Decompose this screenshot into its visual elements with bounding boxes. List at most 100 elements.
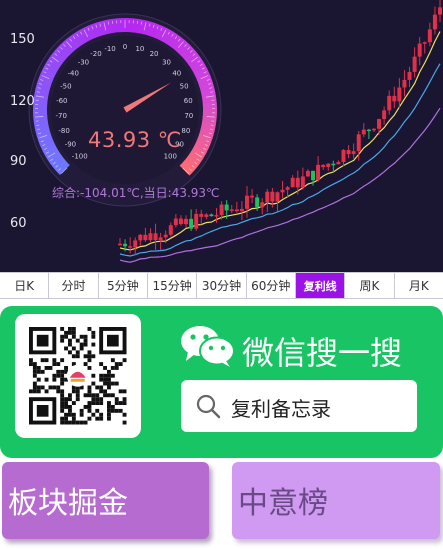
qr-module [60, 397, 65, 402]
qr-module [122, 401, 127, 405]
qr-module [99, 385, 104, 390]
rank-list-label: 中意榜 [238, 486, 328, 521]
qr-module [114, 397, 119, 402]
qr-module [60, 377, 65, 382]
gauge-tick [210, 124, 214, 126]
qr-module [52, 358, 57, 363]
candle-body [189, 218, 194, 229]
qr-module [110, 358, 115, 363]
gauge-tick [140, 21, 143, 25]
qr-module [40, 385, 45, 390]
tab-period[interactable]: 月K [395, 273, 443, 298]
tab-period[interactable]: 周K [345, 273, 395, 298]
qr-module [91, 334, 96, 339]
qr-module [110, 405, 115, 409]
qr-module [71, 389, 76, 394]
sector-mining-button[interactable]: 板块掘金 [2, 462, 209, 539]
qr-module [122, 420, 127, 425]
gauge-scale-label: -90 [65, 140, 76, 148]
tab-period[interactable]: 复利线 [295, 273, 346, 298]
qr-module [71, 327, 76, 331]
search-keyword: 复利备忘录 [231, 397, 331, 421]
qr-module [75, 389, 80, 394]
candle-body [250, 195, 255, 198]
qr-module [64, 401, 68, 405]
tab-period[interactable]: 日K [0, 273, 50, 298]
qr-module [103, 366, 107, 370]
tab-period[interactable]: 15分钟 [148, 273, 198, 298]
tab-period[interactable]: 30分钟 [197, 273, 247, 298]
qr-module [71, 346, 76, 351]
qr-module [64, 420, 68, 425]
qr-module [32, 385, 37, 390]
qr-module [60, 401, 65, 405]
gauge-scale-label: -40 [68, 69, 79, 77]
qr-module [64, 366, 68, 370]
candle-body [229, 209, 234, 211]
candle-body [397, 87, 402, 102]
qr-module [60, 381, 65, 386]
candle-body [346, 149, 351, 155]
candle-body [387, 95, 392, 111]
candle-body [361, 129, 366, 135]
candle-body [300, 176, 305, 188]
qr-module [79, 420, 84, 425]
candle-body [382, 110, 387, 120]
qr-module [87, 327, 92, 331]
gauge-scale-label: 100 [164, 152, 177, 160]
candle-body [168, 225, 173, 235]
kline-svg: -100-90-80-70-60-50-40-30-20-10 0 10203040… [28, 0, 442, 263]
candle-body [234, 209, 239, 212]
qr-module [79, 334, 84, 339]
qr-module [32, 369, 37, 374]
qr-module [36, 369, 41, 374]
search-box[interactable]: 复利备忘录 [181, 380, 417, 432]
candle-body [163, 234, 168, 238]
qr-module [107, 381, 111, 386]
qr-module [68, 405, 72, 409]
qr-module [71, 334, 76, 339]
candle-body [427, 29, 432, 43]
tab-period[interactable]: 分时 [49, 273, 99, 298]
wechat-icon [181, 326, 235, 367]
qr-module [91, 401, 96, 405]
candle-body [123, 243, 128, 247]
qr-module [71, 420, 76, 425]
qr-module [87, 366, 92, 370]
qr-module [60, 416, 65, 421]
tab-period[interactable]: 5分钟 [99, 273, 148, 298]
qr-module [110, 373, 115, 378]
qr-module [103, 373, 107, 378]
qr-module [56, 389, 61, 394]
qr-module [36, 405, 49, 417]
kline-chart[interactable]: -100 -90 -80 -70 -60 -50 -40 -30 -20 -10 0 10 20 30 40… [0, 0, 443, 272]
qr-code [15, 314, 141, 438]
qr-module [71, 330, 76, 335]
qr-module [68, 342, 72, 347]
tab-period[interactable]: 60分钟 [247, 273, 296, 298]
gauge-scale-label: 60 [184, 97, 193, 105]
qr-module [91, 342, 96, 347]
qr-module [79, 408, 84, 413]
qr-module [36, 389, 41, 394]
qr-module [87, 350, 92, 355]
qr-module [99, 373, 104, 378]
qr-module [91, 330, 96, 335]
qr-module [60, 334, 65, 339]
search-icon [196, 394, 221, 419]
qr-module [79, 346, 84, 351]
wechat-search-title: 微信搜一搜 [242, 334, 403, 372]
qr-module [99, 397, 104, 402]
candle-body [377, 119, 382, 129]
qr-module [83, 420, 88, 425]
qr-module [114, 401, 119, 405]
y-axis-label: 150 [10, 32, 35, 47]
candle-body [280, 189, 285, 193]
candle-body [244, 195, 249, 209]
period-tabs: 日K 分时 5分钟 15分钟 30分钟 60分钟 复利线 周K 月K [0, 272, 443, 299]
gauge-scale-label: 80 [181, 127, 190, 135]
qr-module [64, 397, 68, 402]
y-axis-label: 90 [10, 154, 27, 169]
rank-list-button[interactable]: 中意榜 [232, 462, 440, 539]
gauge-scale-label: 40 [172, 69, 181, 77]
